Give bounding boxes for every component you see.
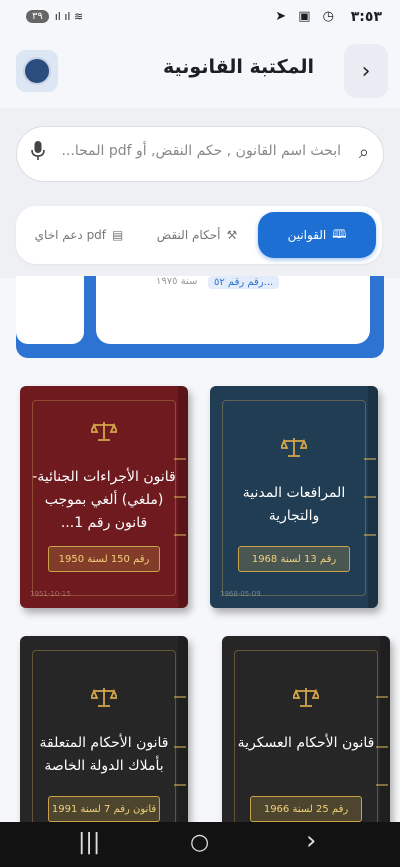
tab-label: أحكام النقض bbox=[156, 228, 221, 242]
book-number-badge: رقم 13 لسنة 1968 bbox=[238, 546, 350, 572]
book-date: 1951-10-15 bbox=[30, 590, 71, 598]
book-number-badge: رقم 25 لسنة 1966 bbox=[250, 796, 362, 822]
page-title: المكتبة القانونية bbox=[163, 56, 314, 78]
search-input[interactable]: ⌕ ابحث اسم القانون , حكم النقض, أو pdf ا… bbox=[16, 126, 384, 182]
book-title: قانون الأحكام المتعلقة بأملاك الدولة الخ… bbox=[39, 735, 169, 774]
category-tabs: 🕮 القوانين ⚒ أحكام النقض ▤ pdf دعم اخاي bbox=[16, 206, 382, 264]
scales-of-justice-icon bbox=[20, 420, 188, 442]
system-navigation-bar: ||| ○ › bbox=[0, 822, 400, 867]
featured-carousel[interactable]: رقم رقم ٥٢... سنة ١٩٧٥ bbox=[16, 276, 384, 358]
featured-tag: رقم رقم ٥٢... bbox=[208, 276, 280, 289]
seal-logo-icon bbox=[23, 57, 51, 85]
gavel-icon: ⚒ bbox=[226, 228, 238, 242]
book-title: قانون الأجراءات الجنائية- (ملغي) ألغي بم… bbox=[32, 469, 176, 531]
book-tick bbox=[174, 784, 186, 786]
status-icons-right: ➤ ▣ ◷ bbox=[275, 9, 338, 24]
search-section: ⌕ ابحث اسم القانون , حكم النقض, أو pdf ا… bbox=[0, 108, 400, 206]
book-title: قانون الأحكام العسكرية bbox=[237, 735, 375, 751]
scales-of-justice-icon bbox=[20, 686, 188, 708]
book-card[interactable]: قانون الأجراءات الجنائية- (ملغي) ألغي بم… bbox=[20, 386, 188, 608]
scales-of-justice-icon bbox=[210, 436, 378, 458]
signal-wifi-icons: ıl ıl ≋ bbox=[54, 10, 84, 23]
tab-label: pdf دعم اخاي bbox=[34, 228, 107, 242]
logo[interactable] bbox=[16, 50, 58, 92]
book-tick bbox=[364, 534, 376, 536]
featured-card-main[interactable]: رقم رقم ٥٢... سنة ١٩٧٥ bbox=[96, 276, 370, 344]
tab-cassation-rulings[interactable]: ⚒ أحكام النقض bbox=[142, 212, 252, 258]
battery-icon: ٣٩ bbox=[26, 10, 49, 23]
book-tick bbox=[376, 784, 388, 786]
nav-back-icon[interactable]: › bbox=[306, 826, 316, 856]
search-icon[interactable]: ⌕ bbox=[359, 142, 369, 163]
book-number-badge: رقم 150 لسنة 1950 bbox=[48, 546, 160, 572]
book-number-badge: قانون رقم 7 لسنة 1991 bbox=[48, 796, 160, 822]
status-icons-left: ٣٩ ıl ıl ≋ bbox=[26, 10, 83, 23]
featured-year: سنة ١٩٧٥ bbox=[156, 276, 198, 287]
home-icon[interactable]: ○ bbox=[190, 830, 209, 855]
recents-icon[interactable]: ||| bbox=[78, 830, 100, 855]
chevron-right-icon: › bbox=[361, 58, 371, 84]
status-bar: ٣:٥٣ ➤ ▣ ◷ ٣٩ ıl ıl ≋ bbox=[0, 0, 400, 40]
book-tick bbox=[174, 458, 186, 460]
book-date: 1968-05-09 bbox=[220, 590, 261, 598]
status-time: ٣:٥٣ bbox=[350, 9, 382, 25]
book-tick bbox=[364, 458, 376, 460]
book-card[interactable]: المرافعات المدنية والتجارية رقم 13 لسنة … bbox=[210, 386, 378, 608]
book-title: المرافعات المدنية والتجارية bbox=[242, 485, 346, 524]
search-placeholder: ابحث اسم القانون , حكم النقض, أو pdf الم… bbox=[61, 143, 341, 159]
back-button[interactable]: › bbox=[344, 44, 388, 98]
app-header: › المكتبة القانونية bbox=[0, 42, 400, 104]
scales-of-justice-icon bbox=[222, 686, 390, 708]
tab-pdf[interactable]: ▤ pdf دعم اخاي bbox=[22, 212, 136, 258]
microphone-icon[interactable] bbox=[31, 141, 45, 161]
tab-laws[interactable]: 🕮 القوانين bbox=[258, 212, 376, 258]
tabs-section: 🕮 القوانين ⚒ أحكام النقض ▤ pdf دعم اخاي bbox=[0, 206, 400, 278]
featured-card-side[interactable] bbox=[16, 276, 84, 344]
pdf-icon: ▤ bbox=[112, 228, 124, 242]
book-icon: 🕮 bbox=[332, 226, 347, 241]
tab-label: القوانين bbox=[287, 228, 327, 242]
